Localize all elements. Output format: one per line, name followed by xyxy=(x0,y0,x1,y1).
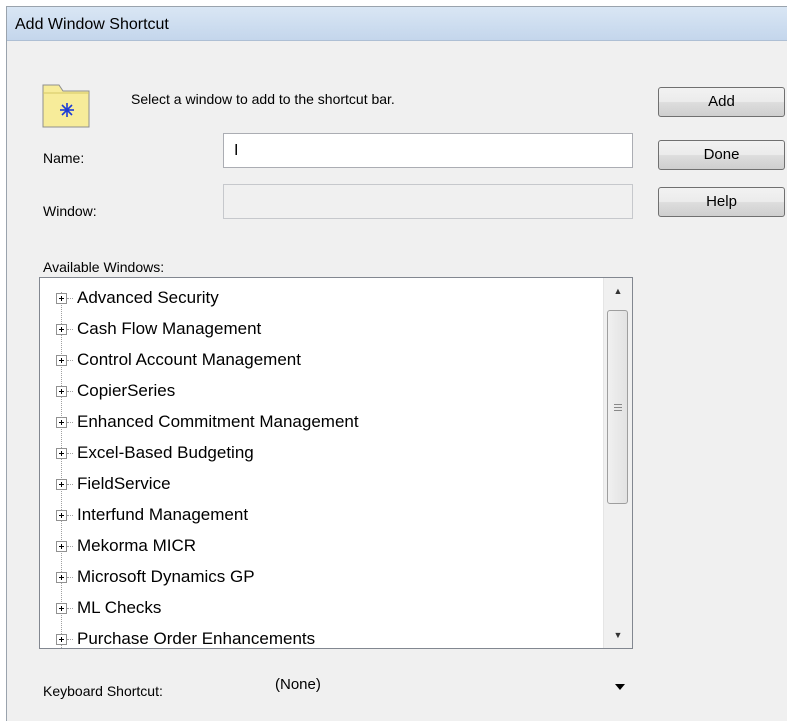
tree-item-label: Control Account Management xyxy=(77,350,301,369)
keyboard-shortcut-value: (None) xyxy=(275,676,321,693)
tree-connector-dots xyxy=(67,484,73,485)
vertical-scrollbar[interactable]: ▲ ▼ xyxy=(603,278,632,648)
tree-connector-dots xyxy=(67,639,73,640)
title-bar[interactable]: Add Window Shortcut xyxy=(7,7,787,41)
down-arrow-icon[interactable]: ▼ xyxy=(604,624,632,646)
tree-view[interactable]: Advanced Security Cash Flow Management Con… xyxy=(40,278,603,648)
plus-box-icon[interactable] xyxy=(56,324,67,335)
tree-item-label: ML Checks xyxy=(77,598,162,617)
tree-item[interactable]: FieldService xyxy=(56,469,596,498)
help-button[interactable]: Help xyxy=(658,187,785,217)
tree-connector-dots xyxy=(67,546,73,547)
available-windows-list[interactable]: Advanced Security Cash Flow Management Con… xyxy=(39,277,633,649)
tree-item[interactable]: Excel-Based Budgeting xyxy=(56,438,596,467)
tree-item-label: Mekorma MICR xyxy=(77,536,197,555)
tree-item-label: Advanced Security xyxy=(77,288,219,307)
plus-box-icon[interactable] xyxy=(56,572,67,583)
plus-box-icon[interactable] xyxy=(56,448,67,459)
plus-box-icon[interactable] xyxy=(56,386,67,397)
name-field-value: I xyxy=(234,142,239,159)
plus-box-icon[interactable] xyxy=(56,355,67,366)
tree-item[interactable]: Mekorma MICR xyxy=(56,531,596,560)
tree-item[interactable]: Enhanced Commitment Management xyxy=(56,407,596,436)
tree-connector-dots xyxy=(67,298,73,299)
instruction-text: Select a window to add to the shortcut b… xyxy=(131,91,395,107)
tree-connector-dots xyxy=(67,453,73,454)
keyboard-shortcut-dropdown[interactable]: (None) xyxy=(267,670,633,703)
tree-connector-dots xyxy=(67,329,73,330)
chevron-down-icon[interactable] xyxy=(615,684,625,690)
plus-box-icon[interactable] xyxy=(56,603,67,614)
available-windows-label: Available Windows: xyxy=(43,259,165,275)
tree-item-label: CopierSeries xyxy=(77,381,176,400)
plus-box-icon[interactable] xyxy=(56,634,67,645)
name-field[interactable]: I xyxy=(223,133,633,168)
tree-item-label: FieldService xyxy=(77,474,171,493)
folder-icon xyxy=(42,84,90,128)
name-label: Name: xyxy=(43,150,85,166)
add-window-shortcut-dialog: Add Window Shortcut Select a window to a… xyxy=(6,6,787,721)
dialog-title: Add Window Shortcut xyxy=(15,16,169,33)
plus-box-icon[interactable] xyxy=(56,479,67,490)
tree-item[interactable]: Interfund Management xyxy=(56,500,596,529)
tree-item[interactable]: Cash Flow Management xyxy=(56,314,596,343)
tree-item[interactable]: ML Checks xyxy=(56,593,596,622)
tree-item-label: Interfund Management xyxy=(77,505,249,524)
tree-connector-dots xyxy=(67,391,73,392)
tree-item-label: Cash Flow Management xyxy=(77,319,262,338)
tree-item[interactable]: Control Account Management xyxy=(56,345,596,374)
tree-connector-dots xyxy=(67,577,73,578)
up-arrow-icon[interactable]: ▲ xyxy=(604,280,632,302)
tree-connector-dots xyxy=(67,422,73,423)
tree-item-label: Excel-Based Budgeting xyxy=(77,443,254,462)
window-field xyxy=(223,184,633,219)
window-label: Window: xyxy=(43,203,97,219)
done-button[interactable]: Done xyxy=(658,140,785,170)
plus-box-icon[interactable] xyxy=(56,541,67,552)
plus-box-icon[interactable] xyxy=(56,293,67,304)
plus-box-icon[interactable] xyxy=(56,510,67,521)
grip-icon xyxy=(614,404,622,411)
tree-item[interactable]: Advanced Security xyxy=(56,283,596,312)
add-button[interactable]: Add xyxy=(658,87,785,117)
tree-item[interactable]: Purchase Order Enhancements xyxy=(56,624,596,648)
tree-item[interactable]: CopierSeries xyxy=(56,376,596,405)
scrollbar-thumb[interactable] xyxy=(607,310,628,504)
plus-box-icon[interactable] xyxy=(56,417,67,428)
tree-connector-dots xyxy=(67,515,73,516)
tree-item-label: Purchase Order Enhancements xyxy=(77,629,316,648)
tree-item-label: Enhanced Commitment Management xyxy=(77,412,359,431)
tree-item-label: Microsoft Dynamics GP xyxy=(77,567,255,586)
tree-item[interactable]: Microsoft Dynamics GP xyxy=(56,562,596,591)
tree-connector-dots xyxy=(67,608,73,609)
keyboard-shortcut-label: Keyboard Shortcut: xyxy=(43,683,163,699)
tree-connector-dots xyxy=(67,360,73,361)
